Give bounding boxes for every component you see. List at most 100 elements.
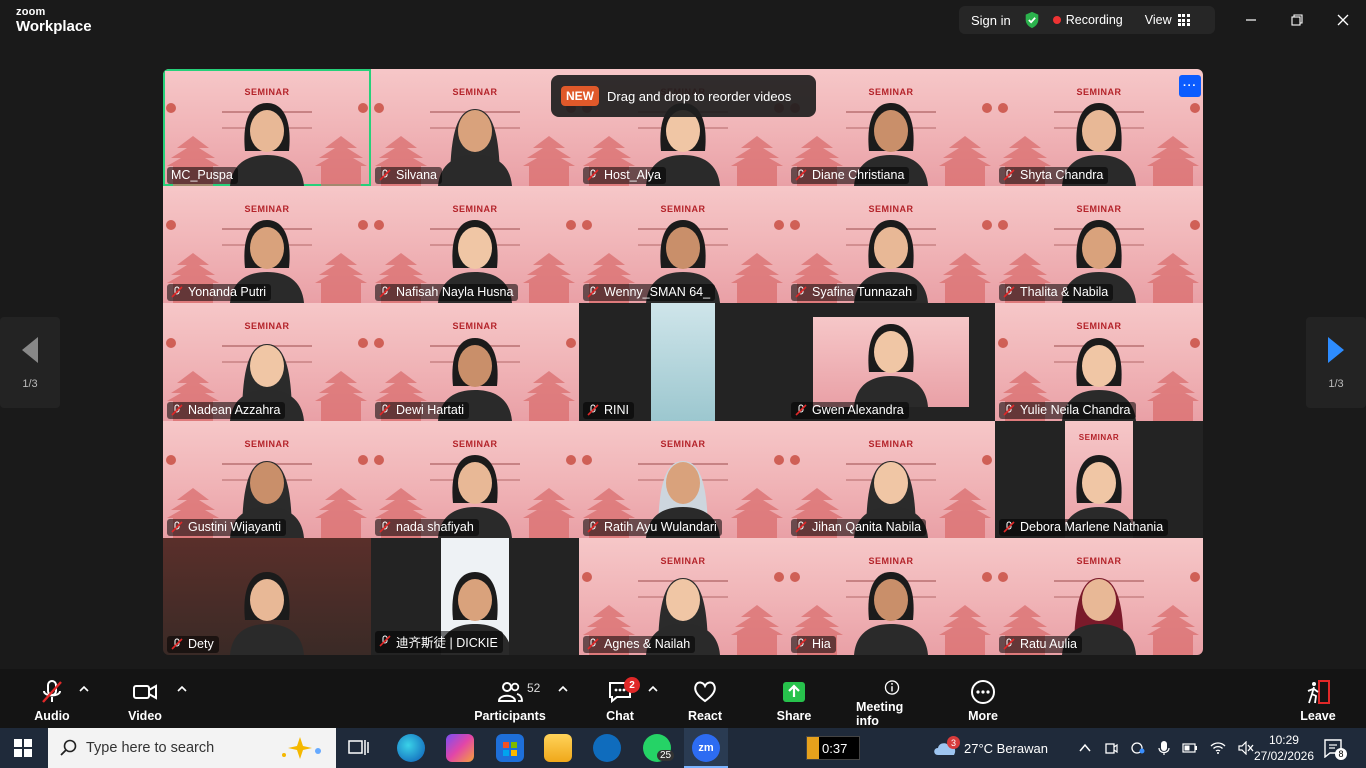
whatsapp-icon[interactable]: 25 (643, 734, 675, 762)
recording-indicator[interactable]: Recording (1052, 13, 1123, 27)
participant-name-tag: Debora Marlene Nathania (999, 518, 1169, 536)
media-time: 0:37 (822, 740, 848, 756)
notification-count: 8 (1335, 748, 1347, 760)
video-button[interactable]: Video (126, 669, 164, 728)
participants-count: 52 (527, 681, 541, 695)
participants-button[interactable]: Participants (474, 669, 546, 728)
chevron-up-icon[interactable] (1078, 741, 1092, 755)
task-view-icon[interactable] (348, 738, 370, 763)
media-thumbnail[interactable]: 0:37 (806, 736, 860, 760)
participant-video-feed (230, 571, 304, 655)
video-tile[interactable]: SEMINAR Nafisah Nayla Husna (371, 186, 579, 304)
muted-mic-icon (1003, 286, 1015, 298)
muted-mic-icon (171, 521, 183, 533)
participant-name-tag: Dewi Hartati (375, 401, 470, 419)
video-tile[interactable]: SEMINAR Silvana (371, 69, 579, 187)
participant-name: Yonanda Putri (188, 285, 267, 300)
participant-name: Hia (812, 636, 831, 651)
wifi-icon[interactable] (1210, 741, 1226, 755)
video-tile[interactable]: SEMINAR Syafina Tunnazah (787, 186, 995, 304)
video-tile[interactable]: SEMINAR Diane Christiana (787, 69, 995, 187)
participants-icon (497, 682, 523, 702)
previous-page-button[interactable]: 1/3 (0, 317, 60, 408)
clock-time: 10:29 (1268, 733, 1299, 747)
chat-options-caret-icon[interactable] (647, 683, 659, 695)
participant-name: 迪齐斯徒 | DICKIE (396, 635, 498, 650)
video-tile[interactable]: SEMINAR Ratu Aulia (995, 537, 1203, 655)
participant-name: Nafisah Nayla Husna (396, 285, 514, 300)
restore-icon[interactable] (1285, 8, 1309, 32)
more-button[interactable]: More (966, 669, 1000, 728)
minimize-icon[interactable] (1239, 8, 1263, 32)
video-tile[interactable]: SEMINAR Gustini Wijayanti (163, 420, 371, 538)
brand-small: zoom (16, 6, 46, 18)
video-tile[interactable]: Gwen Alexandra (787, 303, 995, 421)
leave-button[interactable]: Leave (1300, 669, 1336, 728)
video-tile[interactable]: SEMINAR Wenny_SMAN 64_ (579, 186, 787, 304)
microphone-tray-icon[interactable] (1158, 740, 1170, 756)
react-button[interactable]: React (686, 669, 724, 728)
muted-mic-icon (795, 521, 807, 533)
copilot-icon[interactable] (446, 734, 474, 762)
audio-button[interactable]: Audio (30, 669, 74, 728)
next-page-button[interactable]: 1/3 (1306, 317, 1366, 408)
video-tile[interactable]: RINI (579, 303, 787, 421)
video-tile[interactable]: SEMINAR Ratih Ayu Wulandari (579, 420, 787, 538)
zoom-taskbar-button[interactable]: zm (684, 728, 728, 768)
recording-label: Recording (1065, 13, 1123, 27)
video-tile[interactable]: SEMINAR Jihan Qanita Nabila (787, 420, 995, 538)
grid-view-icon (1177, 14, 1190, 26)
video-tile[interactable]: 迪齐斯徒 | DICKIE (371, 537, 579, 655)
audio-options-caret-icon[interactable] (78, 683, 90, 695)
participant-name: Ratih Ayu Wulandari (604, 519, 717, 534)
participants-options-caret-icon[interactable] (557, 683, 569, 695)
zoom-icon: zm (692, 734, 720, 762)
volume-muted-icon[interactable] (1238, 741, 1254, 755)
new-badge: NEW (561, 86, 599, 106)
video-tile[interactable]: Dety (163, 537, 371, 655)
close-icon[interactable] (1331, 8, 1355, 32)
video-tile[interactable]: SEMINAR Debora Marlene Nathania (995, 420, 1203, 538)
muted-mic-icon (795, 403, 807, 416)
notification-center-icon[interactable]: 8 (1323, 738, 1347, 763)
meeting-toolbar: Audio Video Participants 52 Chat 2 React… (0, 669, 1366, 728)
video-tile[interactable]: SEMINAR Yulie Neila Chandra (995, 303, 1203, 421)
participant-name-tag: Syafina Tunnazah (791, 284, 918, 302)
share-label: Share (776, 709, 812, 723)
participant-name-tag: Jihan Qanita Nabila (791, 518, 927, 536)
weather-widget[interactable]: 3 27°C Berawan (932, 728, 1048, 768)
participant-name-tag: MC_Puspa (167, 167, 238, 185)
video-tile[interactable]: SEMINAR Thalita & Nabila (995, 186, 1203, 304)
video-tile[interactable]: SEMINAR Hia (787, 537, 995, 655)
taskbar-search-box[interactable]: Type here to search (48, 728, 336, 768)
taskbar-clock[interactable]: 10:29 27/02/2026 (1254, 732, 1314, 764)
video-tile[interactable]: SEMINAR Agnes & Nailah (579, 537, 787, 655)
meeting-info-button[interactable]: Meeting info (856, 669, 928, 728)
edge-browser-icon[interactable] (397, 734, 425, 762)
muted-microphone-icon (42, 680, 62, 703)
participant-name: MC_Puspa (171, 168, 233, 183)
tile-more-options-icon[interactable]: ··· (1179, 75, 1201, 97)
participant-name: RINI (604, 402, 629, 417)
participant-name-tag: RINI (583, 401, 634, 419)
windows-start-icon[interactable] (14, 739, 32, 762)
video-tile[interactable]: SEMINAR Dewi Hartati (371, 303, 579, 421)
view-button[interactable]: View (1145, 13, 1190, 27)
muted-mic-icon (1003, 638, 1015, 650)
video-tile[interactable]: SEMINAR MC_Puspa (163, 69, 371, 187)
battery-icon[interactable] (1182, 742, 1198, 754)
video-tile[interactable]: SEMINAR Yonanda Putri (163, 186, 371, 304)
outlook-icon[interactable] (593, 734, 621, 762)
video-tile[interactable]: SEMINAR Shyta Chandra ··· (995, 69, 1203, 187)
shield-check-icon[interactable] (1023, 11, 1041, 29)
meet-now-icon[interactable] (1130, 741, 1146, 755)
video-tile[interactable]: SEMINAR nada shafiyah (371, 420, 579, 538)
participants-label: Participants (474, 709, 546, 723)
video-options-caret-icon[interactable] (176, 683, 188, 695)
sign-in-button[interactable]: Sign in (959, 13, 1023, 28)
share-button[interactable]: Share (776, 669, 812, 728)
file-explorer-icon[interactable] (544, 734, 572, 762)
microsoft-store-icon[interactable] (496, 734, 524, 762)
camera-tray-icon[interactable] (1104, 741, 1118, 755)
video-tile[interactable]: SEMINAR Nadean Azzahra (163, 303, 371, 421)
